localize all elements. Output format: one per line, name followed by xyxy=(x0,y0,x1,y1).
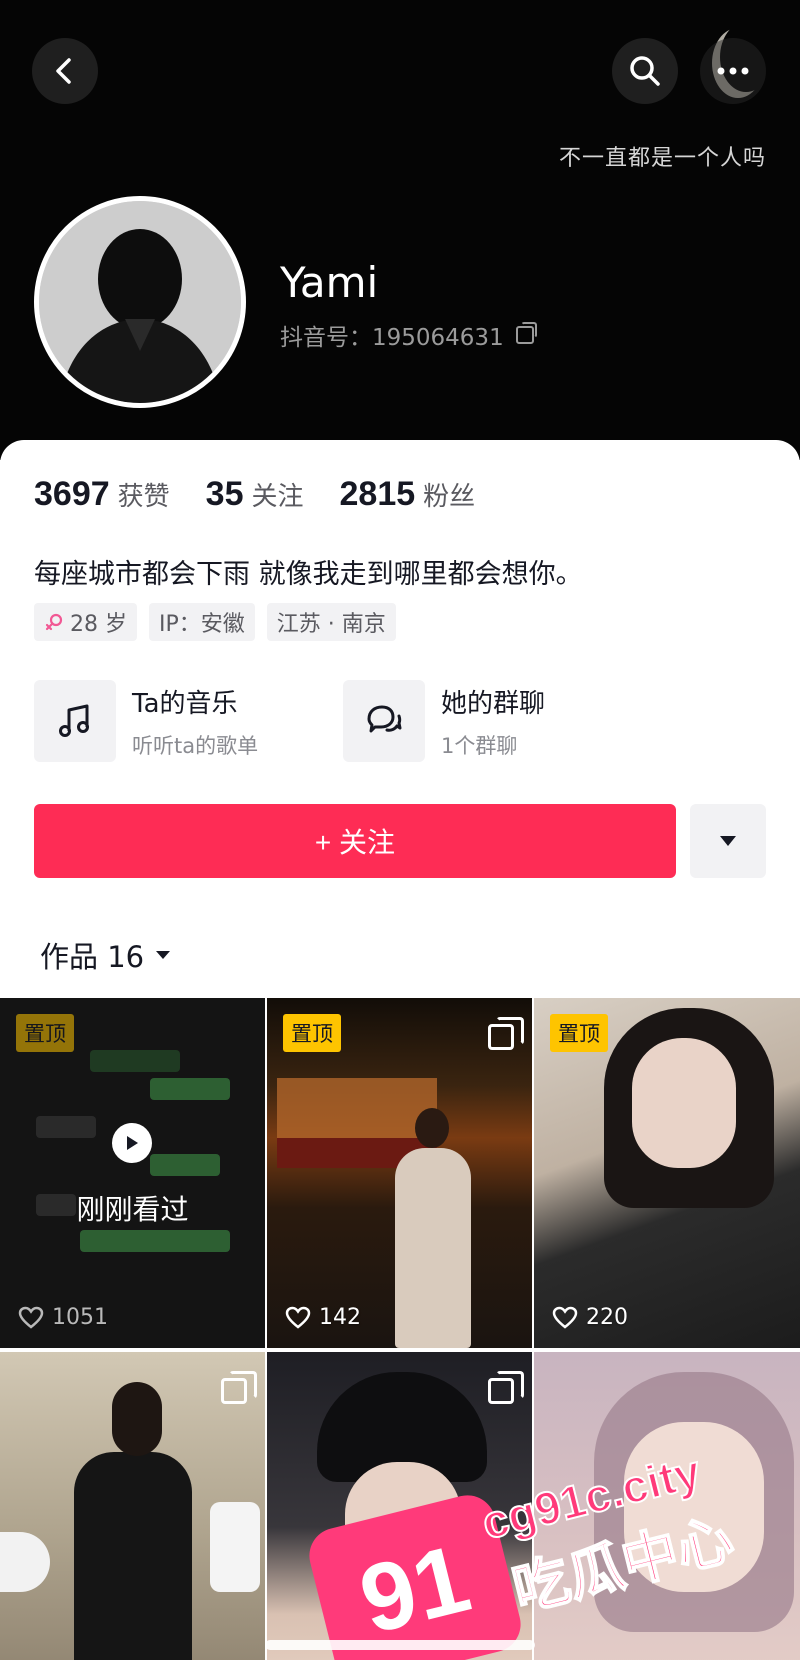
profile-signature: 不一直都是一个人吗 xyxy=(558,146,766,171)
group-icon-box xyxy=(343,680,425,762)
search-button[interactable] xyxy=(612,38,678,104)
site-watermark: 91 cg91c.city 吃瓜中心 xyxy=(303,1430,790,1660)
heart-icon xyxy=(552,1306,578,1329)
toilet xyxy=(210,1502,260,1592)
group-chat-entry[interactable]: 她的群聊 1个群聊 xyxy=(343,680,545,762)
chat-bubble xyxy=(90,1050,180,1072)
person-figure xyxy=(395,1148,471,1348)
group-title: 她的群聊 xyxy=(441,688,546,719)
follow-button[interactable]: + 关注 xyxy=(34,804,676,878)
pinned-badge: 置顶 xyxy=(283,1014,341,1052)
tab-works[interactable]: 作品 16 xyxy=(40,934,172,976)
chat-bubble xyxy=(150,1154,220,1176)
search-icon xyxy=(630,56,660,86)
multi-image-icon xyxy=(488,1017,524,1050)
person-figure xyxy=(74,1452,192,1660)
stat-value: 2815 xyxy=(339,475,416,513)
caret-down-icon xyxy=(720,836,736,846)
music-icon-box xyxy=(34,680,116,762)
more-icon xyxy=(717,67,749,75)
recommend-dropdown-button[interactable] xyxy=(690,804,766,878)
person-head xyxy=(112,1382,162,1456)
bio-text: 每座城市都会下雨 就像我走到哪里都会想你。 xyxy=(34,559,583,590)
video-tile[interactable]: 置顶 刚刚看过 1051 xyxy=(0,998,265,1348)
female-icon xyxy=(45,613,63,631)
face xyxy=(632,1038,736,1168)
stat-value: 35 xyxy=(205,475,244,513)
sink xyxy=(0,1532,50,1592)
more-button[interactable] xyxy=(700,38,766,104)
like-count: 142 xyxy=(285,1305,361,1330)
video-tile[interactable] xyxy=(0,1352,265,1660)
chat-bubble xyxy=(36,1116,96,1138)
play-button[interactable] xyxy=(112,1123,152,1163)
age-text: 28 岁 xyxy=(70,612,127,637)
copy-icon[interactable] xyxy=(515,322,537,344)
multi-image-icon xyxy=(221,1371,257,1404)
stat-value: 3697 xyxy=(34,475,110,513)
like-count-text: 220 xyxy=(586,1305,628,1330)
like-count: 220 xyxy=(552,1305,628,1330)
stat-following[interactable]: 35 关注 xyxy=(206,475,304,514)
stat-label: 关注 xyxy=(251,482,304,512)
avatar-image xyxy=(39,201,241,403)
douyin-id-text: 抖音号：195064631 xyxy=(280,325,504,351)
music-note-icon xyxy=(59,704,89,737)
recently-viewed-label: 刚刚看过 xyxy=(76,1193,189,1226)
works-tab-label: 作品 16 xyxy=(40,940,145,974)
stats-row: 3697 获赞 35 关注 2815 粉丝 xyxy=(34,475,511,514)
multi-image-icon xyxy=(488,1371,524,1404)
home-indicator[interactable] xyxy=(265,1640,535,1650)
ip-tag: IP：安徽 xyxy=(149,603,255,641)
stat-label: 获赞 xyxy=(117,482,170,512)
play-icon xyxy=(127,1136,138,1150)
username: Yami xyxy=(280,258,379,307)
building-lights xyxy=(277,1078,437,1138)
music-entry[interactable]: Ta的音乐 听听ta的歌单 xyxy=(34,680,258,762)
like-count: 1051 xyxy=(18,1305,108,1330)
pinned-badge: 置顶 xyxy=(550,1014,608,1052)
back-button[interactable] xyxy=(32,38,98,104)
stat-followers[interactable]: 2815 粉丝 xyxy=(340,475,476,514)
douyin-id[interactable]: 抖音号：195064631 xyxy=(280,318,537,352)
chat-bubbles-icon xyxy=(367,705,402,733)
pinned-badge: 置顶 xyxy=(16,1014,74,1052)
avatar[interactable] xyxy=(34,196,246,408)
chat-bubble xyxy=(150,1078,230,1100)
chat-bubble xyxy=(80,1230,230,1252)
video-tile[interactable]: 置顶 142 xyxy=(267,998,532,1348)
group-subtitle: 1个群聊 xyxy=(441,733,518,758)
profile-tags: 28 岁 IP：安徽 江苏 · 南京 xyxy=(34,603,396,641)
video-tile[interactable]: 置顶 220 xyxy=(534,998,800,1348)
music-title: Ta的音乐 xyxy=(132,688,238,719)
heart-icon xyxy=(18,1306,44,1329)
stat-label: 粉丝 xyxy=(423,482,476,512)
like-count-text: 1051 xyxy=(52,1305,108,1330)
chevron-left-icon xyxy=(56,58,71,84)
stat-likes[interactable]: 3697 获赞 xyxy=(34,475,170,514)
like-count-text: 142 xyxy=(319,1305,361,1330)
location-tag: 江苏 · 南京 xyxy=(266,603,396,641)
profile-header: 不一直都是一个人吗 Yami 抖音号：195064631 xyxy=(0,0,800,460)
music-subtitle: 听听ta的歌单 xyxy=(132,733,259,758)
heart-icon xyxy=(285,1306,311,1329)
person-head xyxy=(415,1108,449,1148)
age-tag: 28 岁 xyxy=(34,603,137,641)
caret-down-icon xyxy=(156,951,171,959)
